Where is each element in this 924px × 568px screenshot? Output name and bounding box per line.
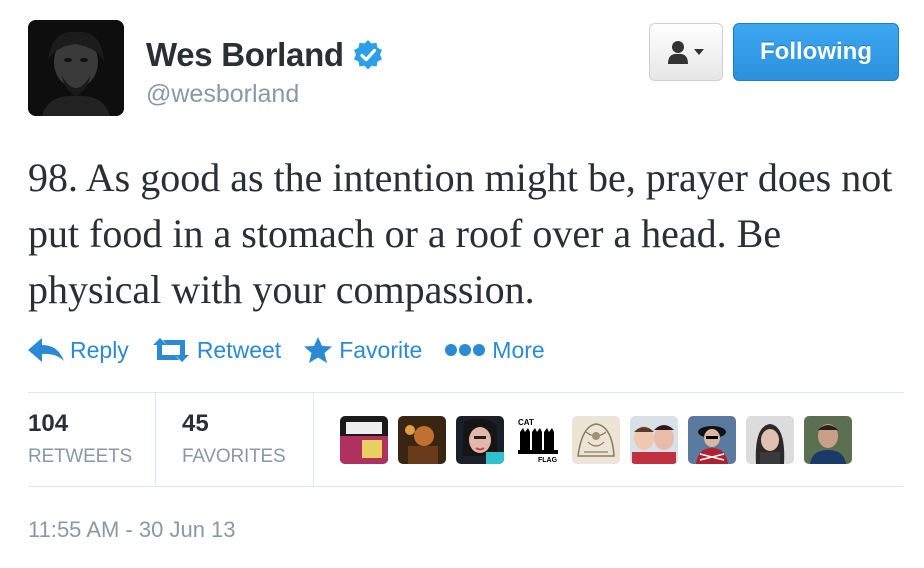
- person-icon: [668, 41, 688, 64]
- star-icon: [304, 337, 333, 363]
- retweets-stat[interactable]: 104 RETWEETS: [28, 392, 156, 486]
- user-handle[interactable]: @wesborland: [146, 80, 299, 109]
- retweets-label: RETWEETS: [28, 446, 132, 467]
- reply-label: Reply: [70, 336, 129, 363]
- name-row: Wes Borland: [146, 36, 384, 74]
- caret-down-icon: [694, 49, 704, 55]
- svg-text:FLAG: FLAG: [538, 457, 558, 464]
- favoriter-avatars: CAT FLAG: [340, 416, 852, 464]
- favoriter-avatar-2[interactable]: [398, 416, 446, 464]
- tweet-timestamp[interactable]: 11:55 AM - 30 Jun 13: [28, 517, 236, 543]
- profile-photo-icon: [28, 20, 124, 116]
- reply-button[interactable]: Reply: [28, 337, 129, 364]
- user-actions-dropdown[interactable]: [649, 23, 723, 81]
- favoriter-avatar-5[interactable]: [572, 416, 620, 464]
- tweet-stats: 104 RETWEETS 45 FAVORITES: [28, 392, 314, 486]
- profile-avatar[interactable]: [28, 20, 124, 116]
- favorites-stat[interactable]: 45 FAVORITES: [156, 392, 314, 486]
- retweet-button[interactable]: Retweet: [151, 337, 281, 364]
- more-button[interactable]: More: [444, 336, 545, 364]
- favoriter-avatar-4[interactable]: CAT FLAG: [514, 416, 562, 464]
- svg-text:CAT: CAT: [518, 418, 534, 427]
- favoriter-avatar-7[interactable]: [688, 416, 736, 464]
- more-dots-icon: [445, 344, 486, 356]
- more-label: More: [492, 336, 545, 363]
- tweet-actions: Reply Retweet Favorite More: [28, 336, 567, 364]
- retweets-count: 104: [28, 410, 69, 437]
- favorite-button[interactable]: Favorite: [303, 336, 422, 364]
- retweet-label: Retweet: [196, 336, 282, 363]
- tweet-text: 98. As good as the intention might be, p…: [28, 155, 893, 312]
- favoriter-avatar-8[interactable]: [746, 416, 794, 464]
- divider-bottom: [28, 486, 904, 487]
- favoriter-avatar-9[interactable]: [804, 416, 852, 464]
- verified-badge-icon: [353, 40, 382, 70]
- favoriter-avatar-6[interactable]: [630, 416, 678, 464]
- favoriter-avatar-1[interactable]: [340, 416, 388, 464]
- favorite-label: Favorite: [339, 336, 423, 363]
- following-button[interactable]: Following: [733, 23, 899, 81]
- display-name[interactable]: Wes Borland: [146, 36, 344, 74]
- favorites-label: FAVORITES: [182, 446, 286, 467]
- reply-arrow-icon: [28, 338, 64, 362]
- retweet-icon: [152, 338, 189, 362]
- favorites-count: 45: [182, 410, 209, 437]
- favoriter-avatar-3[interactable]: [456, 416, 504, 464]
